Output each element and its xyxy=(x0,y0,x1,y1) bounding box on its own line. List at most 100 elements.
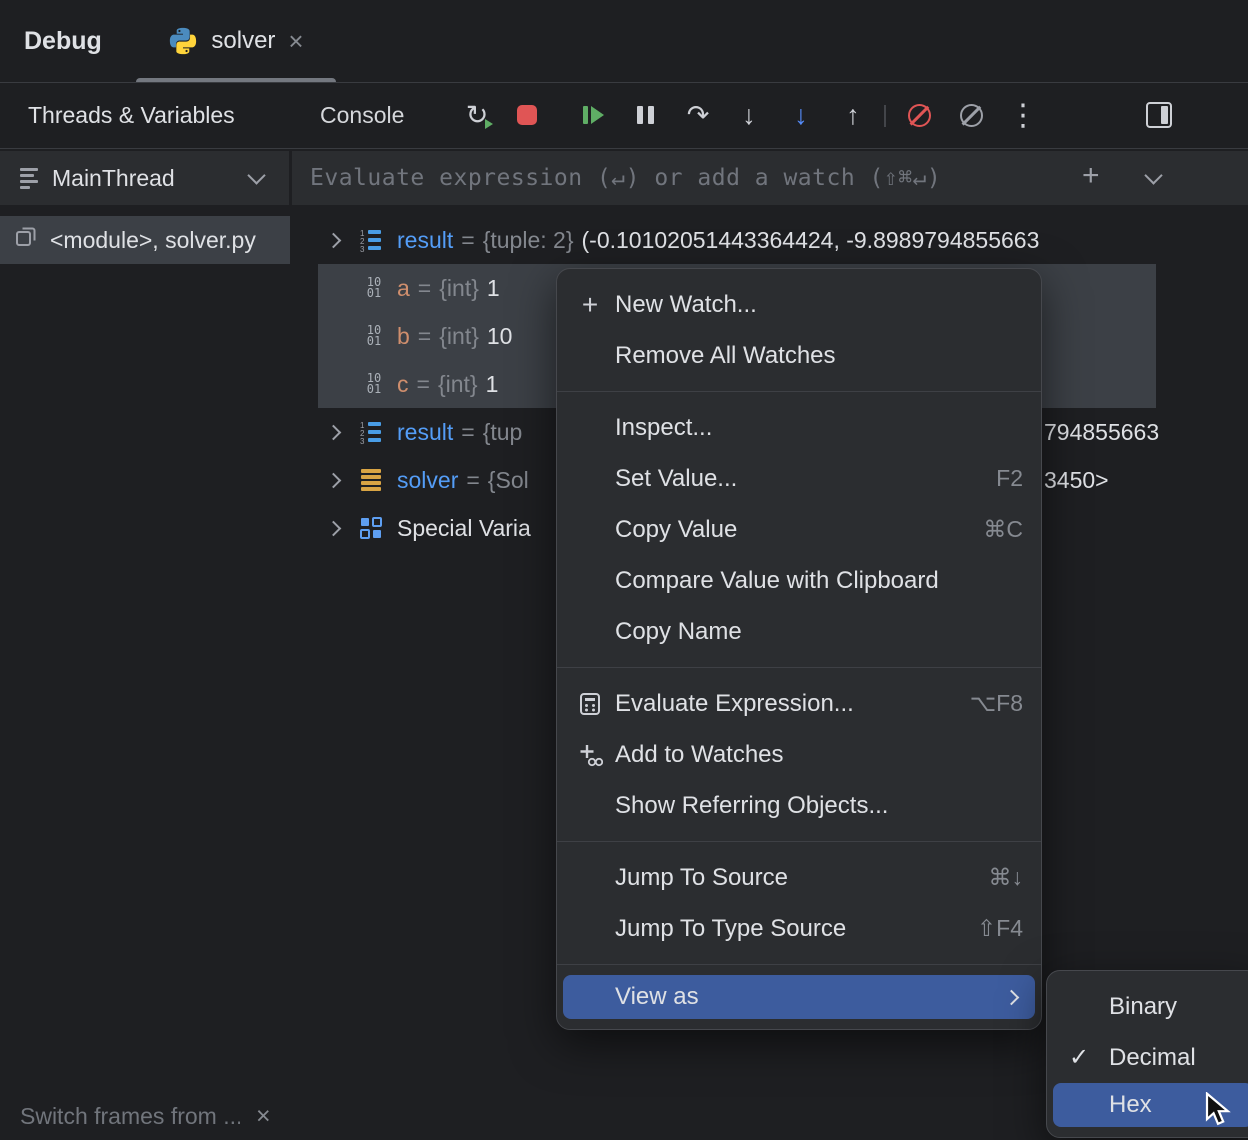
evaluate-expression-bar[interactable]: Evaluate expression (↵) or add a watch (… xyxy=(292,151,1248,205)
pause-bar xyxy=(648,106,654,124)
variable-name: a xyxy=(397,275,410,302)
variable-value: 1 xyxy=(486,371,499,398)
menu-item-evaluate-expression[interactable]: Evaluate Expression... ⌥F8 xyxy=(557,678,1041,729)
equals-sign: = xyxy=(417,371,430,398)
layout-settings-icon[interactable] xyxy=(1141,97,1177,133)
tab-console[interactable]: Console xyxy=(320,83,404,148)
chevron-down-icon[interactable] xyxy=(1144,166,1162,184)
resume-triangle xyxy=(591,106,604,124)
menu-item-label: Copy Value xyxy=(615,516,737,544)
tab-solver[interactable]: solver × xyxy=(136,0,336,82)
resume-bar xyxy=(583,106,588,124)
layout-glyph xyxy=(1146,102,1172,128)
resume-icon[interactable] xyxy=(575,97,611,133)
step-into-my-code-icon[interactable]: ↓ xyxy=(783,97,819,133)
menu-item-shortcut: ⌘↓ xyxy=(989,864,1024,891)
threads-icon xyxy=(20,168,38,189)
crossed-gray-circle xyxy=(960,104,983,127)
mute-breakpoints-icon[interactable] xyxy=(901,97,937,133)
menu-item-show-referring-objects[interactable]: Show Referring Objects... xyxy=(557,780,1041,831)
add-watch-icon[interactable]: + xyxy=(1082,159,1100,193)
step-over-glyph: ↷ xyxy=(687,100,710,131)
variable-name: Special Varia xyxy=(397,515,531,542)
menu-item-copy-name[interactable]: Copy Name xyxy=(557,606,1041,657)
menu-item-label: Copy Name xyxy=(615,618,742,646)
expand-chevron-icon[interactable] xyxy=(326,473,342,489)
equals-sign: = xyxy=(418,275,431,302)
menu-item-jump-to-type-source[interactable]: Jump To Type Source ⇧F4 xyxy=(557,903,1041,954)
python-icon xyxy=(168,26,198,56)
close-tab-icon[interactable]: × xyxy=(288,28,303,54)
menu-item-shortcut: F2 xyxy=(996,465,1023,492)
evaluate-placeholder: Evaluate expression (↵) or add a watch (… xyxy=(310,165,941,191)
variable-value: 1 xyxy=(487,275,500,302)
special-variables-icon xyxy=(358,515,384,541)
menu-item-label: Jump To Type Source xyxy=(615,915,846,943)
step-into-glyph: ↓ xyxy=(742,100,756,131)
menu-item-label: Remove All Watches xyxy=(615,342,836,370)
stop-square xyxy=(517,105,537,125)
menu-item-add-to-watches[interactable]: Add to Watches xyxy=(557,729,1041,780)
menu-item-copy-value[interactable]: Copy Value ⌘C xyxy=(557,504,1041,555)
menu-item-compare-value-with-clipboard[interactable]: Compare Value with Clipboard xyxy=(557,555,1041,606)
tuple-icon: 123 xyxy=(358,419,384,445)
step-into-icon[interactable]: ↓ xyxy=(731,97,767,133)
int-icon: 1001 xyxy=(361,323,387,349)
menu-item-jump-to-source[interactable]: Jump To Source ⌘↓ xyxy=(557,852,1041,903)
variable-type: {int} xyxy=(438,371,478,398)
menu-separator xyxy=(557,667,1041,668)
svg-text:3: 3 xyxy=(360,437,365,445)
thread-selector[interactable]: MainThread xyxy=(0,151,289,205)
tab-label: solver xyxy=(211,27,275,55)
context-menu: + New Watch... Remove All Watches Inspec… xyxy=(556,268,1042,1030)
menu-item-view-as[interactable]: View as xyxy=(563,975,1035,1019)
svg-text:3: 3 xyxy=(360,245,365,253)
menu-item-label: Evaluate Expression... xyxy=(615,690,854,718)
chevron-down-icon xyxy=(247,166,265,184)
active-tab-underline xyxy=(136,78,336,82)
disable-tracking-icon[interactable] xyxy=(953,97,989,133)
debug-tool-window: Debug solver × Threads & Variables Conso… xyxy=(0,0,1248,1140)
step-over-icon[interactable]: ↷ xyxy=(680,97,716,133)
mouse-cursor xyxy=(1202,1092,1234,1133)
expand-chevron-icon[interactable] xyxy=(326,521,342,537)
object-icon xyxy=(358,467,384,493)
close-hint-icon[interactable]: × xyxy=(256,1102,271,1131)
menu-item-inspect[interactable]: Inspect... xyxy=(557,402,1041,453)
frames-hint: Switch frames from ... × xyxy=(0,1092,290,1140)
menu-item-label: Show Referring Objects... xyxy=(615,792,888,820)
int-icon: 1001 xyxy=(361,371,387,397)
menu-separator xyxy=(557,841,1041,842)
expand-chevron-icon[interactable] xyxy=(326,233,342,249)
variable-value-fragment: 794855663 xyxy=(1044,408,1159,456)
variable-type: {Sol xyxy=(488,467,529,494)
stack-frame-item[interactable]: <module>, solver.py xyxy=(0,216,290,264)
equals-sign: = xyxy=(466,467,479,494)
rerun-play-badge xyxy=(485,119,493,129)
equals-sign: = xyxy=(418,323,431,350)
more-options-icon[interactable]: ⋮ xyxy=(1005,97,1041,133)
pause-icon[interactable] xyxy=(627,97,663,133)
stop-icon[interactable] xyxy=(509,97,545,133)
equals-sign: = xyxy=(461,227,474,254)
rerun-icon[interactable]: ↻ xyxy=(459,97,495,133)
tab-threads-variables[interactable]: Threads & Variables xyxy=(28,83,235,148)
menu-item-set-value[interactable]: Set Value... F2 xyxy=(557,453,1041,504)
menu-item-shortcut: ⇧F4 xyxy=(977,915,1023,942)
step-out-icon[interactable]: ↑ xyxy=(835,97,871,133)
thread-name: MainThread xyxy=(52,165,175,192)
menu-item-remove-all-watches[interactable]: Remove All Watches xyxy=(557,330,1041,381)
variable-value: (-0.10102051443364424, -9.8989794855663 xyxy=(582,227,1040,254)
kebab-glyph: ⋮ xyxy=(1008,98,1038,133)
variable-name: result xyxy=(397,419,453,446)
submenu-item-label: Hex xyxy=(1109,1091,1152,1119)
menu-item-new-watch[interactable]: + New Watch... xyxy=(557,279,1041,330)
variable-value-fragment: 3450> xyxy=(1044,456,1109,504)
submenu-item-binary[interactable]: Binary xyxy=(1047,981,1248,1032)
submenu-item-decimal[interactable]: ✓ Decimal xyxy=(1047,1032,1248,1083)
menu-item-label: Compare Value with Clipboard xyxy=(615,567,939,595)
variable-row-result[interactable]: 123 result={tuple: 2}(-0.101020514433644… xyxy=(290,216,1248,264)
tuple-icon: 123 xyxy=(358,227,384,253)
expand-chevron-icon[interactable] xyxy=(326,425,342,441)
int-icon: 1001 xyxy=(361,275,387,301)
